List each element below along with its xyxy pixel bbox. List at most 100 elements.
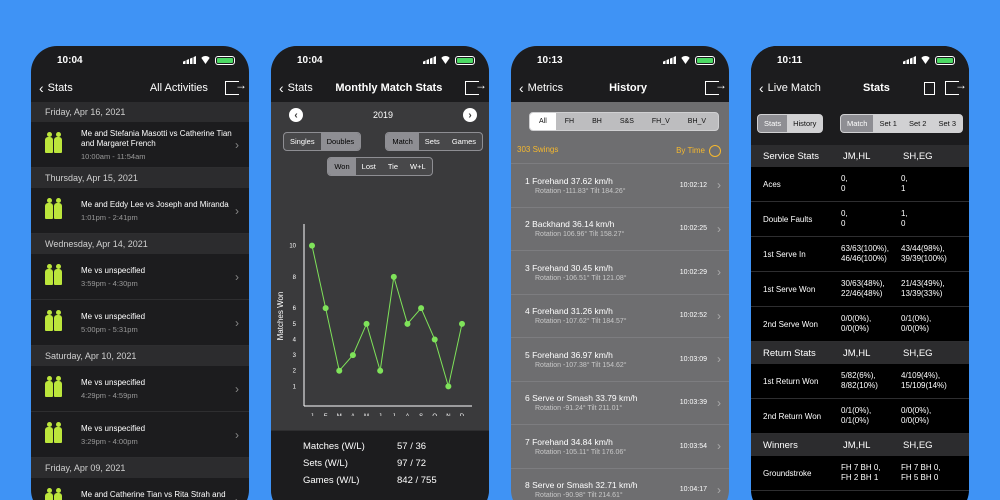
view-tab[interactable]: Stats	[758, 115, 788, 132]
activity-row[interactable]: Me and Stefania Masotti vs Catherine Tia…	[31, 122, 249, 168]
swing-row[interactable]: 7 Forehand 34.84 km/h Rotation -105.11° T…	[511, 425, 729, 469]
stat-row: 1st Serve Won 30/63(48%), 22/46(48%) 21/43(…	[751, 272, 969, 307]
team2-label: SH,EG	[903, 150, 933, 162]
player-figure	[54, 421, 62, 443]
activity-players: Me vs unspecified	[81, 265, 146, 275]
value-line: 0/1(0%),	[901, 314, 932, 323]
value-line: 0/1(0%),	[841, 406, 872, 415]
value-line: 15/109(14%)	[901, 381, 947, 390]
chevron-right-icon: ›	[235, 427, 239, 442]
swing-row[interactable]: 1 Forehand 37.62 km/h Rotation -111.83° T…	[511, 164, 729, 208]
activity-row[interactable]: Me vs unspecified 4:29pm - 4:59pm ›	[31, 366, 249, 412]
chevron-right-icon: ›	[235, 203, 239, 218]
result-tab[interactable]: Tie	[382, 158, 404, 175]
type-tab[interactable]: Doubles	[320, 133, 361, 150]
value-line: 0	[901, 219, 906, 228]
scope-tab[interactable]: Set 2	[903, 115, 933, 132]
filter-tab[interactable]: FH	[556, 113, 583, 130]
summary-value: 57 / 36	[397, 441, 427, 452]
scope-tab[interactable]: Set 1	[873, 115, 903, 132]
metric-tab[interactable]: Sets	[419, 133, 446, 150]
swing-info: 3 Forehand 30.45 km/h Rotation -106.51° T…	[525, 263, 680, 282]
filter-tab[interactable]: S&S	[611, 113, 643, 130]
summary-value: 842 / 755	[397, 475, 437, 486]
filter-tab[interactable]: BH_V	[679, 113, 715, 130]
value-line: 5/82(6%),	[841, 371, 876, 380]
back-button[interactable]: ‹ Stats	[39, 81, 73, 95]
swing-row[interactable]: 8 Serve or Smash 32.71 km/h Rotation -90.…	[511, 469, 729, 500]
chart-icon[interactable]	[924, 81, 935, 95]
result-tab[interactable]: Won	[328, 158, 356, 175]
exit-icon[interactable]	[945, 78, 967, 95]
team2-value: 21/43(49%), 13/39(33%)	[901, 279, 945, 299]
filter-tab[interactable]: BH	[583, 113, 611, 130]
back-button[interactable]: ‹ Metrics	[519, 81, 563, 95]
x-tick-label: N	[446, 414, 450, 416]
x-tick-label: J	[379, 414, 382, 416]
summary-label: Sets (W/L)	[303, 458, 348, 469]
scope-tab[interactable]: Match	[841, 115, 874, 132]
type-tab[interactable]: Singles	[284, 133, 321, 150]
metric-tab[interactable]: Match	[386, 133, 419, 150]
wifi-icon	[920, 56, 931, 64]
stat-row: Groundstroke FH 7 BH 0, FH 2 BH 1 FH 7 BH 0…	[751, 456, 969, 491]
back-button[interactable]: ‹ Stats	[279, 81, 313, 95]
activity-row[interactable]: Me and Eddy Lee vs Joseph and Miranda 1:0…	[31, 188, 249, 234]
next-year-button[interactable]: ›	[463, 108, 477, 122]
swing-info: 8 Serve or Smash 32.71 km/h Rotation -90.…	[525, 480, 680, 499]
exit-icon[interactable]	[464, 78, 487, 95]
player-figure	[45, 375, 53, 397]
stats-group-header: Service Stats JM,HL SH,EG	[751, 145, 969, 167]
chevron-right-icon: ›	[235, 315, 239, 330]
signal-icon	[663, 56, 676, 64]
activity-text: Me and Eddy Lee vs Joseph and Miranda 1:0…	[65, 200, 235, 222]
data-point	[336, 367, 343, 374]
activity-text: Me vs unspecified 3:29pm - 4:00pm	[65, 424, 235, 446]
exit-icon[interactable]	[224, 78, 247, 95]
metric-segmented-control: Match Sets Games	[385, 132, 483, 151]
sort-button[interactable]: By Time	[676, 145, 721, 157]
date-header: Saturday, Apr 10, 2021	[31, 346, 249, 366]
swing-row[interactable]: 4 Forehand 31.26 km/h Rotation -107.62° T…	[511, 295, 729, 338]
swing-details: Rotation -107.62° Tilt 184.57°	[535, 318, 627, 326]
y-tick-label: 5	[293, 322, 297, 328]
filter-tab[interactable]: FH_V	[643, 113, 679, 130]
players-icon	[45, 421, 65, 443]
data-point	[431, 336, 438, 343]
summary-row: Games (W/L) 842 / 755	[303, 475, 489, 492]
x-tick-label: M	[337, 414, 342, 416]
activity-players: Me and Catherine Tian vs Rita Strah and	[81, 489, 226, 499]
swing-row[interactable]: 2 Backhand 36.14 km/h Rotation 106.96° Ti…	[511, 208, 729, 251]
scope-tab[interactable]: Set 3	[932, 115, 962, 132]
players-icon	[45, 309, 65, 331]
player-figure	[45, 487, 53, 500]
result-tab[interactable]: Lost	[356, 158, 382, 175]
swing-list: 1 Forehand 37.62 km/h Rotation -111.83° T…	[511, 163, 729, 500]
activity-row[interactable]: Me and Catherine Tian vs Rita Strah and1…	[31, 478, 249, 500]
swing-time: 10:03:39	[679, 399, 707, 407]
activity-row[interactable]: Me vs unspecified 3:59pm - 4:30pm ›	[31, 254, 249, 300]
team1-value: FH 7 BH 0, FH 2 BH 1	[841, 463, 901, 483]
prev-year-button[interactable]: ‹	[289, 108, 303, 122]
battery-icon	[215, 55, 235, 65]
view-segmented-control: Stats History	[757, 114, 824, 133]
result-tab[interactable]: W+L	[404, 158, 432, 175]
swing-info: 6 Serve or Smash 33.79 km/h Rotation -91.…	[525, 393, 680, 412]
swing-row[interactable]: 3 Forehand 30.45 km/h Rotation -106.51° T…	[511, 251, 729, 295]
back-button[interactable]: ‹ Live Match	[759, 81, 821, 95]
filter-tab[interactable]: All	[530, 113, 556, 130]
team2-label: SH,EG	[903, 439, 933, 451]
swing-row[interactable]: 5 Forehand 36.97 km/h Rotation -107.38° T…	[511, 338, 729, 382]
metric-tab[interactable]: Games	[446, 133, 482, 150]
view-tab[interactable]: History	[787, 115, 822, 132]
swing-row[interactable]: 6 Serve or Smash 33.79 km/h Rotation -91.…	[511, 382, 729, 425]
activity-row[interactable]: Me vs unspecified 3:29pm - 4:00pm ›	[31, 412, 249, 458]
swing-info: 1 Forehand 37.62 km/h Rotation -111.83° T…	[525, 176, 680, 195]
player-figure	[54, 131, 62, 153]
scope-segmented-control: Match Set 1 Set 2 Set 3	[840, 114, 963, 133]
team2-value: 4/109(4%), 15/109(14%)	[901, 371, 947, 391]
stat-label: 1st Serve Won	[763, 284, 816, 294]
stat-row: 1st Return Won 5/82(6%), 8/82(10%) 4/109(4%…	[751, 364, 969, 399]
exit-icon[interactable]	[705, 78, 727, 95]
activity-row[interactable]: Me vs unspecified 5:00pm - 5:31pm ›	[31, 300, 249, 346]
